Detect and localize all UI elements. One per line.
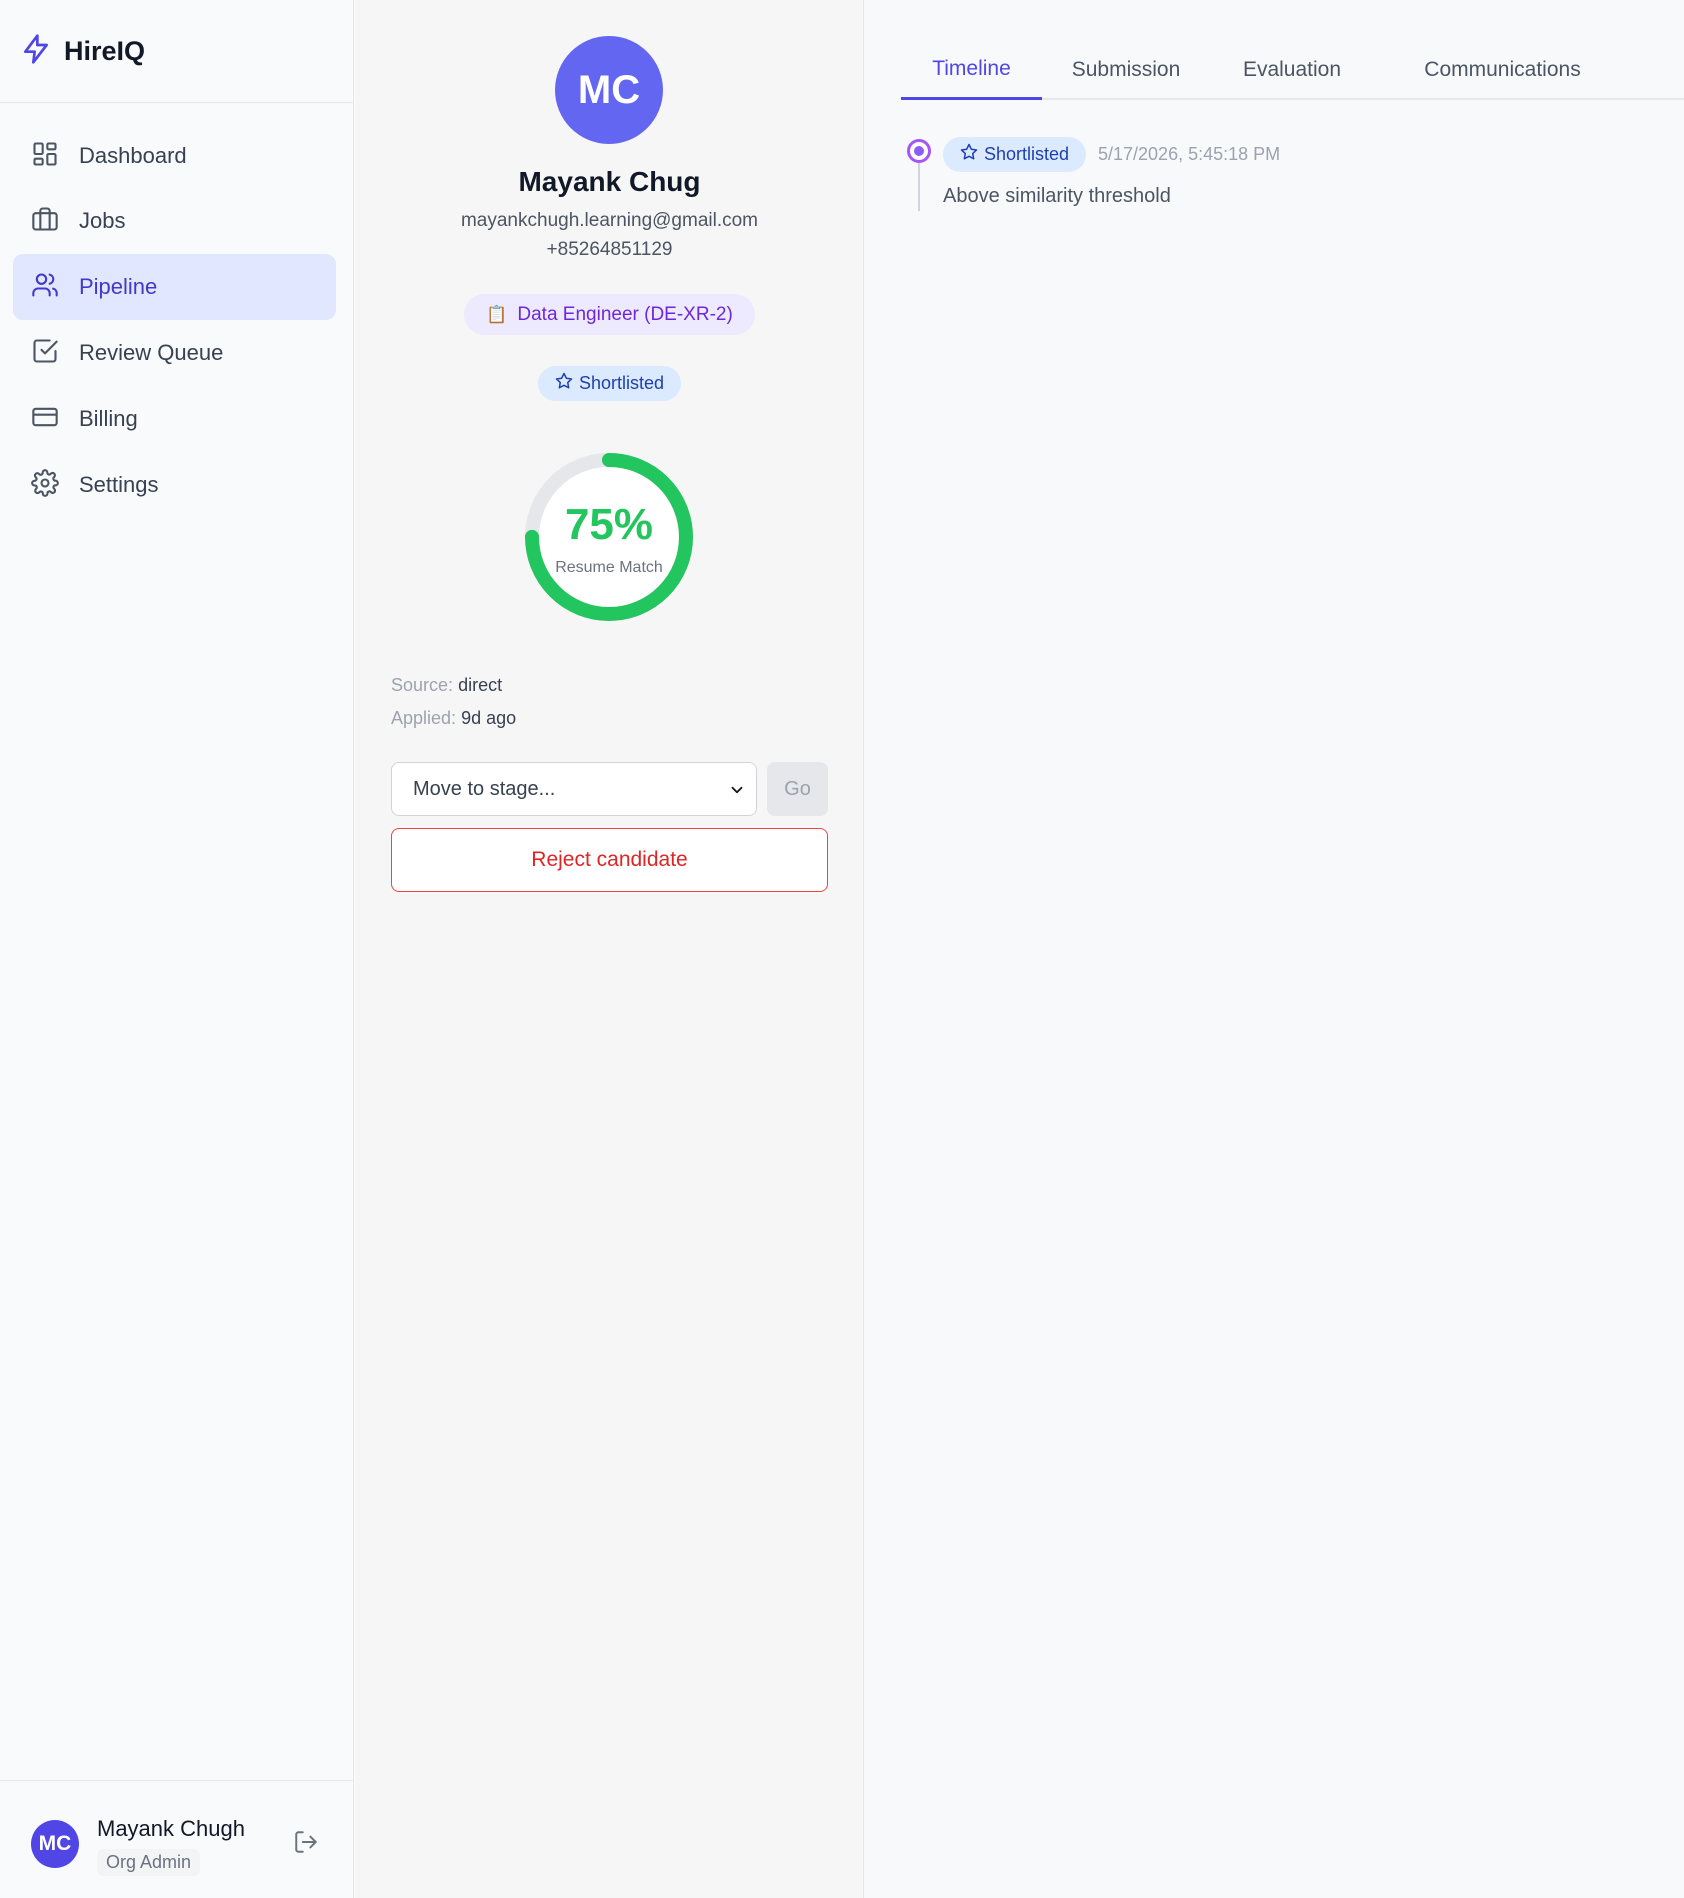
timeline-note: Above similarity threshold <box>943 185 1171 207</box>
sidebar-item-label: Dashboard <box>79 143 187 168</box>
job-badge[interactable]: 📋 Data Engineer (DE-XR-2) <box>464 294 755 335</box>
candidate-profile-panel: MC Mayank Chug mayankchugh.learning@gmai… <box>355 0 864 1898</box>
applied-row: Applied: 9d ago <box>391 708 516 729</box>
source-row: Source: direct <box>391 675 502 696</box>
timeline-dot <box>907 139 931 163</box>
avatar: MC <box>31 1820 79 1868</box>
bolt-logo-icon <box>20 33 52 70</box>
source-value: direct <box>458 675 503 695</box>
credit-card-icon <box>31 403 59 436</box>
go-button[interactable]: Go <box>767 762 828 816</box>
tab-timeline[interactable]: Timeline <box>901 40 1042 100</box>
check-square-icon <box>31 337 59 370</box>
sidebar: HireIQ Dashboard Jobs Pipeline Review Qu… <box>0 0 354 1898</box>
status-label: Shortlisted <box>578 373 665 393</box>
user-role-badge: Org Admin <box>97 1849 201 1876</box>
candidate-avatar: MC <box>555 36 663 144</box>
candidate-name: Mayank Chug <box>518 166 701 197</box>
user-name: Mayank Chugh <box>97 1816 245 1841</box>
clipboard-icon: 📋 <box>486 304 508 324</box>
timeline-line <box>918 163 920 211</box>
sidebar-item-settings[interactable]: Settings <box>13 452 336 518</box>
tab-submission[interactable]: Submission <box>1056 40 1196 100</box>
status-badge: Shortlisted <box>538 366 681 401</box>
brand-name: HireIQ <box>64 35 146 66</box>
move-stage-placeholder: Move to stage... <box>413 777 556 800</box>
sidebar-item-review-queue[interactable]: Review Queue <box>13 320 336 386</box>
tab-evaluation[interactable]: Evaluation <box>1222 40 1362 100</box>
sidebar-item-label: Settings <box>79 472 159 497</box>
users-icon <box>31 271 59 304</box>
gear-icon <box>31 468 59 502</box>
job-title: Data Engineer (DE-XR-2) <box>517 303 733 325</box>
logout-icon[interactable] <box>293 1829 319 1855</box>
sidebar-item-billing[interactable]: Billing <box>13 386 336 452</box>
timeline-timestamp: 5/17/2026, 5:45:18 PM <box>1098 144 1281 164</box>
brand[interactable]: HireIQ <box>0 0 353 103</box>
briefcase-icon <box>31 205 59 238</box>
detail-panel: Timeline Submission Evaluation Communica… <box>865 0 1684 1898</box>
sidebar-item-label: Jobs <box>79 208 126 233</box>
source-label: Source: <box>391 675 454 695</box>
star-icon <box>960 143 984 166</box>
reject-candidate-button[interactable]: Reject candidate <box>391 828 828 892</box>
sidebar-item-dashboard[interactable]: Dashboard <box>13 123 336 189</box>
candidate-email: mayankchugh.learning@gmail.com <box>460 210 759 231</box>
timeline-status-label: Shortlisted <box>983 144 1070 164</box>
detail-tabs: Timeline Submission Evaluation Communica… <box>901 40 1684 100</box>
sidebar-item-label: Billing <box>79 406 138 431</box>
sidebar-item-pipeline[interactable]: Pipeline <box>13 254 336 320</box>
candidate-phone: +85264851129 <box>546 239 673 260</box>
dashboard-icon <box>31 140 59 173</box>
user-footer: MC Mayank Chugh Org Admin <box>0 1780 354 1898</box>
applied-value: 9d ago <box>461 708 517 728</box>
applied-label: Applied: <box>391 708 457 728</box>
resume-match-caption: Resume Match <box>555 559 663 576</box>
tab-communications[interactable]: Communications <box>1400 40 1605 100</box>
sidebar-item-label: Pipeline <box>79 274 158 299</box>
timeline-status-badge: Shortlisted <box>943 137 1086 172</box>
resume-match-percent: 75% <box>564 500 654 549</box>
sidebar-item-label: Review Queue <box>79 340 224 365</box>
star-icon <box>555 372 579 395</box>
move-stage-select[interactable]: Move to stage... <box>391 762 757 816</box>
sidebar-item-jobs[interactable]: Jobs <box>13 188 336 254</box>
